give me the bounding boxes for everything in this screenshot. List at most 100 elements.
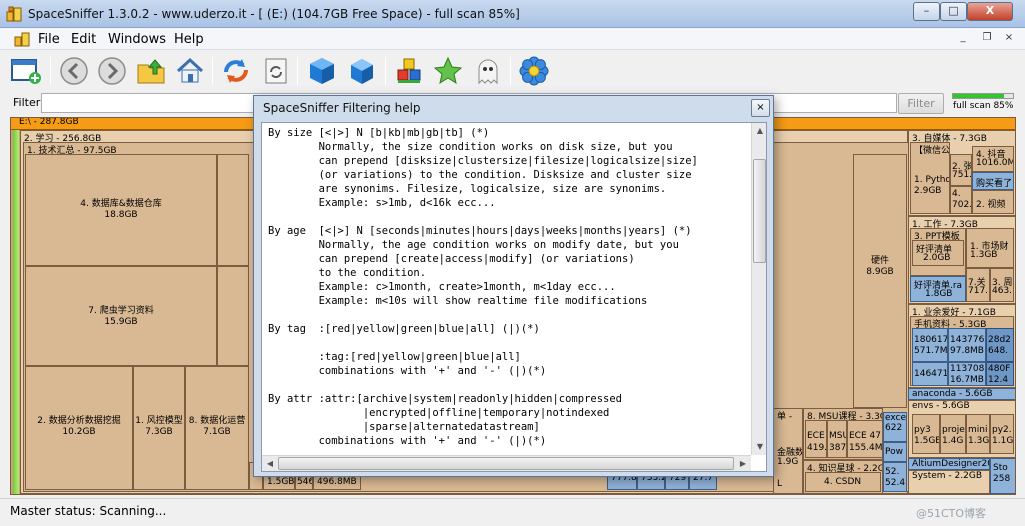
help-text-area[interactable]: By size [<|>] N [b|kb|mb|gb|tb] (*) Norm… <box>261 122 767 472</box>
scroll-left-icon[interactable]: ◀ <box>262 456 278 471</box>
minimize-button[interactable]: – <box>913 2 940 21</box>
scroll-down-icon[interactable]: ▼ <box>752 439 766 455</box>
scan-progress-fill <box>953 94 1004 98</box>
home-icon[interactable] <box>174 55 206 87</box>
window-title: SpaceSniffer 1.3.0.2 - www.uderzo.it - [… <box>28 7 520 21</box>
folder-up-icon[interactable] <box>135 55 167 87</box>
ghost-icon[interactable] <box>472 55 504 87</box>
treemap-folder-anaconda[interactable]: anaconda - 5.6GB <box>908 388 1015 400</box>
treemap-file[interactable]: ECE 47 155.4M <box>847 420 883 458</box>
blocks-icon[interactable] <box>394 55 426 87</box>
toolbar-separator <box>50 57 51 85</box>
status-text: Master status: Scanning... <box>10 504 167 518</box>
treemap-file[interactable]: exce 622 <box>883 412 907 442</box>
drive-label: E:\ - 287.8GB <box>19 117 79 127</box>
treemap-block[interactable]: 【微信公众号】 1. Pytho 2.9GB <box>910 142 950 214</box>
treemap-folder-risk[interactable]: 1. 风控模型 7.3GB <box>133 366 185 490</box>
treemap-folder-unit[interactable]: 单 - 金融数 1.9G L <box>773 408 803 494</box>
treemap-folder-hardware[interactable]: 硬件 8.9GB <box>853 154 907 408</box>
folder-size: 2.9GB <box>914 186 942 196</box>
treemap-file[interactable]: 113708 16.7MB <box>948 362 986 386</box>
refresh-icon[interactable] <box>220 55 252 87</box>
treemap-folder-altium[interactable]: AltiumDesigner2013 <box>908 458 990 470</box>
treemap-block[interactable] <box>217 154 249 266</box>
scroll-up-icon[interactable]: ▲ <box>752 123 766 139</box>
folder-size: 10.2GB <box>62 426 96 437</box>
filter-label: Filter <box>13 96 41 109</box>
title-bar: SpaceSniffer 1.3.0.2 - www.uderzo.it - [… <box>0 0 1025 28</box>
treemap-folder-db[interactable]: 4. 数据库&数据仓库 18.8GB <box>25 154 217 266</box>
maximize-button[interactable]: □ <box>940 2 967 21</box>
mdi-close-button[interactable]: × <box>1001 31 1017 46</box>
folder-name: 4. 数据库&数据仓库 <box>80 199 162 209</box>
treemap-folder-py2[interactable]: py2. 1.1G <box>990 414 1014 454</box>
treemap-file[interactable]: ECE 419. <box>805 420 827 458</box>
mdi-minimize-button[interactable]: _ <box>955 31 971 46</box>
treemap-file[interactable]: 1806179571.7M <box>912 328 948 362</box>
treemap-folder-storage[interactable]: Sto 258 <box>990 458 1015 494</box>
zoom-in-cube-icon[interactable] <box>306 55 338 87</box>
treemap-file[interactable]: 1464716 <box>912 362 948 386</box>
settings-flower-icon[interactable] <box>518 55 550 87</box>
folder-name: 7. 爬虫学习资料 <box>88 306 154 317</box>
treemap-block[interactable] <box>217 266 249 366</box>
treemap-block[interactable]: 4. 702. <box>950 186 972 214</box>
treemap-file[interactable]: 好评清单 2.0GB <box>912 240 964 266</box>
menu-file[interactable]: File <box>38 32 60 47</box>
folder-label: 单 - <box>777 412 793 422</box>
treemap-file[interactable]: 28d2 648. <box>986 328 1014 362</box>
treemap-file[interactable]: Pow <box>883 442 907 462</box>
horizontal-scroll-thumb[interactable] <box>278 457 734 470</box>
treemap-file[interactable]: 143776 97.8MB <box>948 328 986 362</box>
back-icon[interactable] <box>58 55 90 87</box>
treemap-block[interactable]: 4. 抖音 1016.0M <box>972 146 1014 172</box>
treemap-folder-ops[interactable]: 8. 数据化运营 7.1GB <box>185 366 249 490</box>
watermark: @51CTO博客 <box>916 507 987 520</box>
menu-help[interactable]: Help <box>174 32 204 47</box>
close-button[interactable]: X <box>967 2 1013 21</box>
treemap-folder-csdn[interactable]: 4. CSDN <box>805 472 881 492</box>
treemap-file[interactable]: 好评清单.ra 1.8GB <box>910 276 966 302</box>
treemap-folder-mining[interactable]: 2. 数据分析数据挖掘 10.2GB <box>25 366 133 490</box>
treemap-folder-market[interactable]: 1. 市场财 1.3GB <box>966 228 1014 268</box>
toolbar-separator <box>510 57 511 85</box>
treemap-folder-crawler[interactable]: 7. 爬虫学习资料 15.9GB <box>25 266 217 366</box>
treemap-file[interactable]: MSU387. <box>827 420 847 458</box>
rescan-icon[interactable] <box>260 55 292 87</box>
treemap-folder-mini[interactable]: mini 1.3G <box>966 414 990 454</box>
vertical-scrollbar[interactable]: ▲ ▼ <box>751 123 766 455</box>
treemap-block[interactable]: 7.关 717. <box>966 268 990 302</box>
forward-icon[interactable] <box>96 55 128 87</box>
menu-bar: File Edit Windows Help _ ❐ × <box>0 28 1025 50</box>
toolbar <box>0 51 1025 91</box>
treemap-file[interactable]: 52. 52.4 <box>883 462 907 492</box>
treemap-folder-project[interactable]: proje 1.4G <box>940 414 966 454</box>
block-size: 546 <box>297 477 313 487</box>
folder-label: 4. CSDN <box>824 477 862 487</box>
treemap-block[interactable]: 2. 张 751. <box>950 154 972 186</box>
treemap-block[interactable]: 3. 周 463. <box>990 268 1014 302</box>
horizontal-scrollbar[interactable]: ◀ ▶ <box>262 455 751 471</box>
new-view-icon[interactable] <box>10 55 42 87</box>
scroll-right-icon[interactable]: ▶ <box>735 456 751 471</box>
scan-progress-bar <box>952 93 1014 99</box>
folder-label: 【微信公众号】 <box>914 146 950 156</box>
vertical-scroll-thumb[interactable] <box>753 159 766 263</box>
treemap-file[interactable]: 购买看了 <box>972 172 1014 190</box>
menu-windows[interactable]: Windows <box>108 32 166 47</box>
treemap-block[interactable]: 2. 视频 <box>972 190 1014 214</box>
filter-button[interactable]: Filter <box>898 93 944 114</box>
drive-edge <box>13 130 19 494</box>
dialog-close-button[interactable]: × <box>751 99 770 117</box>
star-icon[interactable] <box>432 55 464 87</box>
block-size: 496.8MB <box>317 477 357 487</box>
menu-edit[interactable]: Edit <box>71 32 96 47</box>
treemap-folder-py3[interactable]: py3 1.5GE <box>912 414 940 454</box>
mdi-restore-button[interactable]: ❐ <box>979 31 995 46</box>
zoom-out-cube-icon[interactable] <box>346 55 378 87</box>
folder-size: 15.9GB <box>104 317 138 328</box>
scan-progress-text: full scan 85% <box>953 101 1014 111</box>
treemap-folder-system[interactable]: System - 2.2GB <box>908 470 990 494</box>
treemap-file[interactable]: 480F 12.4 <box>986 362 1014 386</box>
app-menu-icon[interactable] <box>14 31 30 47</box>
